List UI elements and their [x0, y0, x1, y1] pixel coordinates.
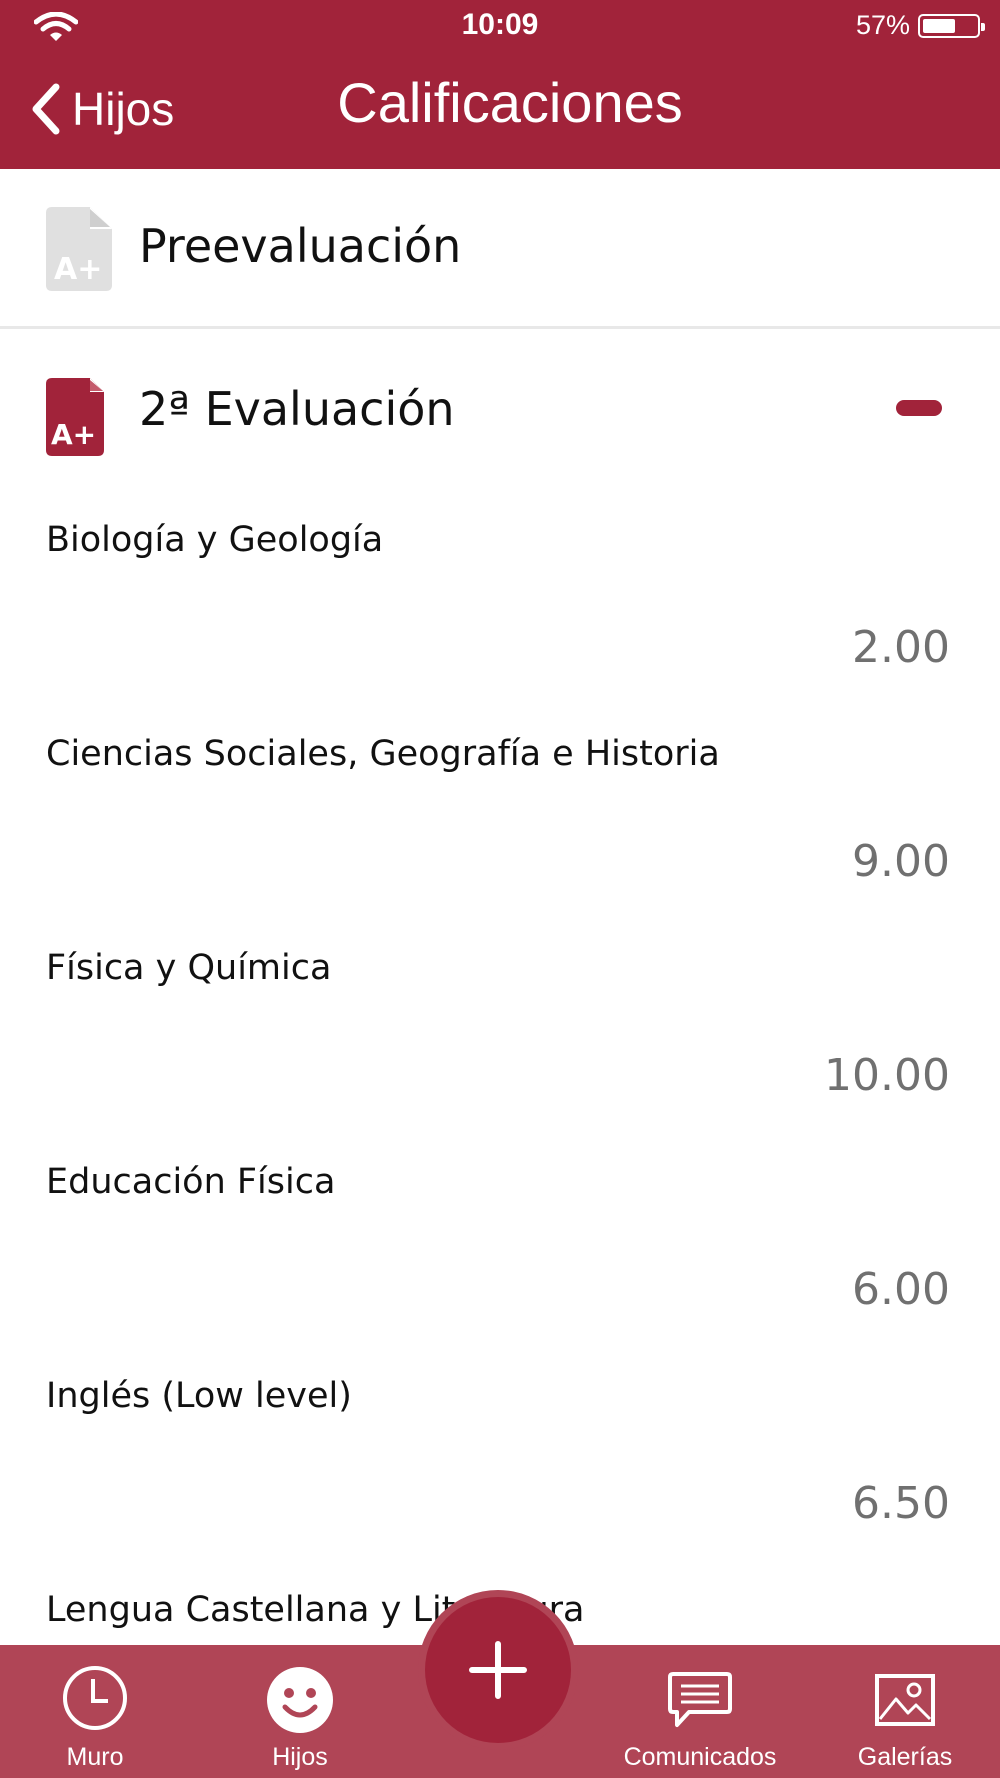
nav-comunicados[interactable]: Comunicados [615, 1645, 785, 1778]
smiley-icon [267, 1667, 333, 1733]
status-time: 10:09 [461, 8, 539, 41]
nav-galerias[interactable]: Galerías [850, 1645, 960, 1778]
section-label: 2ª Evaluación [139, 382, 455, 436]
grade-row: Inglés (Low level) 6.50 [0, 1348, 1000, 1562]
collapse-minus-icon[interactable] [896, 400, 942, 416]
section-preevaluacion[interactable]: A+ Preevaluación [0, 169, 1000, 329]
grade-row: Educación Física 6.00 [0, 1134, 1000, 1348]
battery-icon [918, 14, 985, 38]
grade-row: Biología y Geología 2.00 [0, 492, 1000, 706]
grade-row: Física y Química 10.00 [0, 920, 1000, 1134]
image-icon [875, 1674, 935, 1726]
section-2-evaluacion[interactable]: A+ 2ª Evaluación [0, 332, 1000, 492]
grade-subject: Física y Química [46, 948, 332, 988]
nav-hijos[interactable]: Hijos [245, 1645, 355, 1778]
nav-label: Hijos [272, 1743, 328, 1771]
document-grade-icon: A+ [46, 207, 112, 291]
nav-label: Muro [66, 1743, 124, 1771]
grade-row: Ciencias Sociales, Geografía e Historia … [0, 706, 1000, 920]
header-bar: 10:09 57% Hijos Calificaciones [0, 0, 1000, 169]
grades-list: Biología y Geología 2.00 Ciencias Social… [0, 492, 1000, 1776]
grade-score: 6.00 [852, 1264, 950, 1315]
add-button[interactable] [425, 1597, 571, 1743]
document-grade-icon-text: A+ [51, 418, 96, 451]
nav-label: Galerías [857, 1743, 953, 1771]
document-grade-icon-text: A+ [54, 252, 102, 287]
chat-icon [668, 1672, 732, 1727]
nav-muro[interactable]: Muro [40, 1645, 150, 1778]
page-title: Calificaciones [337, 71, 683, 134]
grade-subject: Inglés (Low level) [46, 1376, 352, 1416]
grade-score: 6.50 [852, 1478, 950, 1529]
add-button-ring [418, 1590, 578, 1750]
grade-subject: Educación Física [46, 1162, 336, 1202]
section-label: Preevaluación [139, 219, 462, 273]
grade-score: 10.00 [824, 1050, 950, 1101]
clock-icon [63, 1666, 127, 1730]
grade-score: 2.00 [852, 622, 950, 673]
nav-label: Comunicados [623, 1743, 777, 1771]
document-grade-icon: A+ [46, 378, 104, 456]
battery-percentage: 57% [855, 10, 910, 40]
grade-subject: Biología y Geología [46, 520, 384, 560]
plus-icon [469, 1641, 527, 1699]
grade-score: 9.00 [852, 836, 950, 887]
status-bar: 10:09 57% [0, 0, 1000, 50]
grade-subject: Ciencias Sociales, Geografía e Historia [46, 734, 720, 774]
